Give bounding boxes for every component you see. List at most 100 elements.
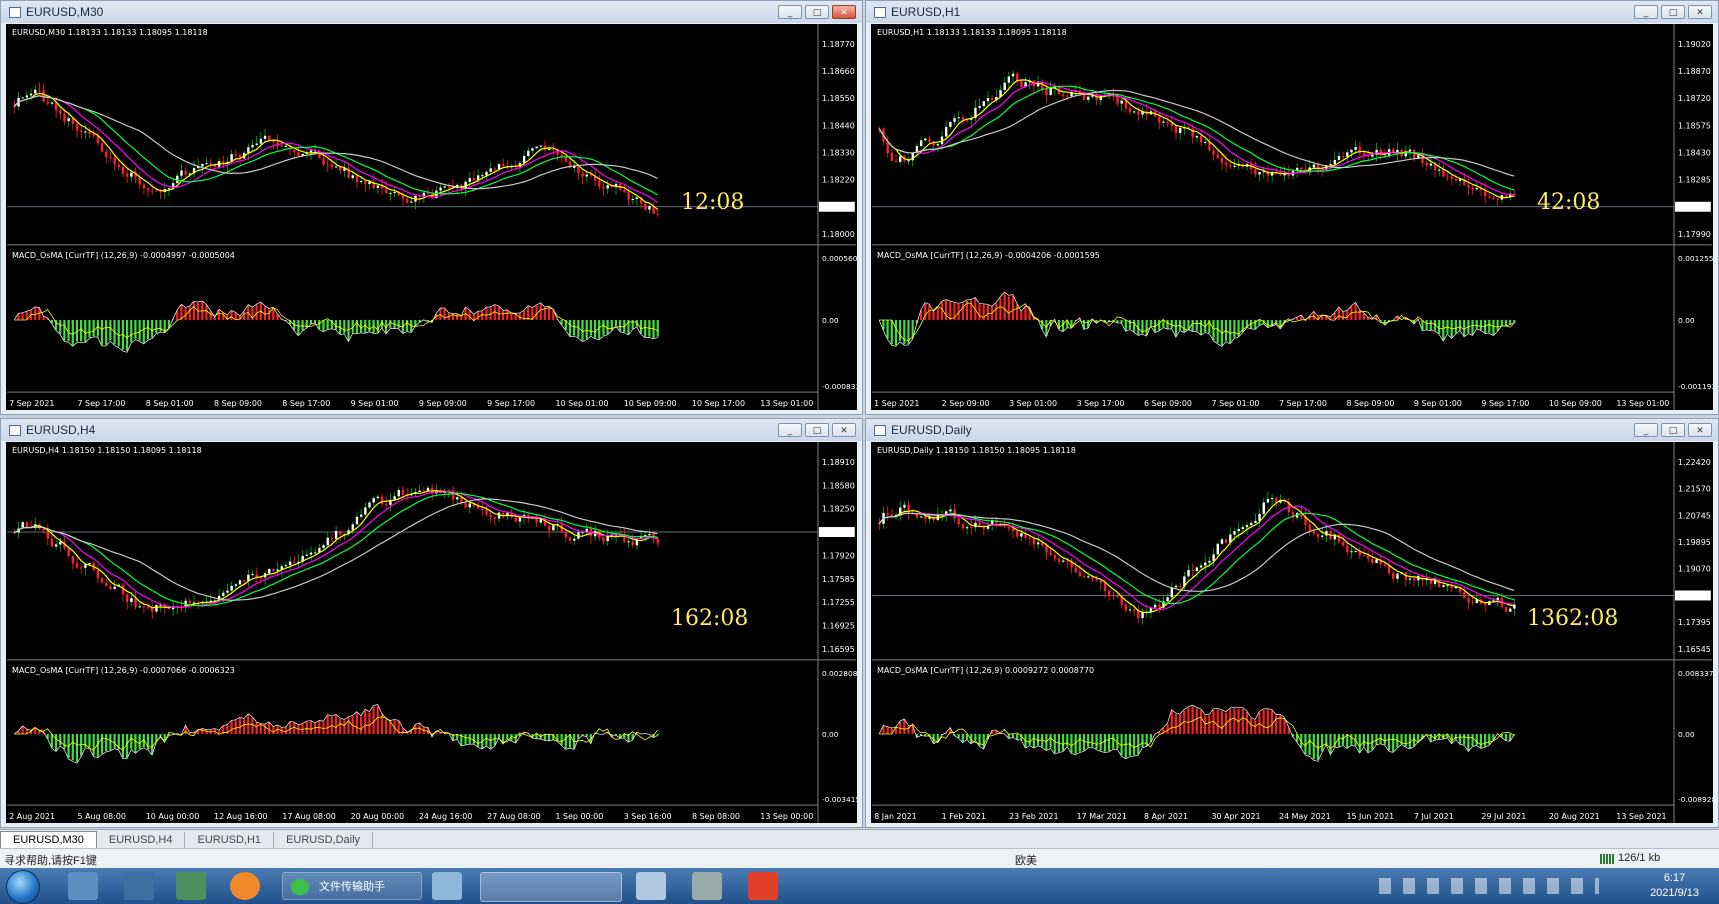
maximize-button[interactable]: □ xyxy=(1661,423,1685,437)
time-tick-label: 8 Sep 17:00 xyxy=(282,399,330,408)
candle xyxy=(1178,585,1182,587)
candle xyxy=(59,110,62,114)
candle xyxy=(1216,154,1219,158)
candle xyxy=(1099,580,1102,583)
candle xyxy=(376,185,380,189)
candle xyxy=(426,192,430,194)
candle xyxy=(1061,94,1065,96)
price-tick-label: 1.18220 xyxy=(822,176,855,185)
maximize-button[interactable]: □ xyxy=(805,423,829,437)
tab-eurusd-m30[interactable]: EURUSD,M30 xyxy=(0,831,97,848)
explorer-icon[interactable] xyxy=(68,872,98,900)
minimize-button[interactable]: _ xyxy=(1634,5,1658,19)
price-chart-area[interactable]: 1.18770 1.18660 1.18550 1.18440 1.18330 1.182… xyxy=(6,24,857,410)
tab-eurusd-h1[interactable]: EURUSD,H1 xyxy=(185,832,275,848)
chart-window-3[interactable]: EURUSD,H4 _ □ ✕ 1.18910 1.18580 1.18250 1.1… xyxy=(0,418,863,828)
candle xyxy=(80,130,83,133)
candle xyxy=(1412,578,1416,581)
candle xyxy=(531,148,534,151)
window-titlebar[interactable]: EURUSD,Daily _ □ ✕ xyxy=(866,419,1718,441)
candle xyxy=(1128,609,1132,611)
candle xyxy=(986,98,990,102)
tab-eurusd-h4[interactable]: EURUSD,H4 xyxy=(97,832,186,848)
candle xyxy=(125,173,129,177)
window-titlebar[interactable]: EURUSD,M30 _ □ ✕ xyxy=(1,1,862,23)
candle xyxy=(1245,525,1249,528)
candle xyxy=(38,89,41,91)
clock[interactable]: 6:17 2021/9/13 xyxy=(1650,871,1699,901)
candle xyxy=(656,213,660,215)
maximize-button[interactable]: □ xyxy=(805,5,829,19)
candle xyxy=(518,517,522,522)
time-tick-label: 20 Aug 2021 xyxy=(1549,812,1600,821)
candle xyxy=(1371,558,1374,564)
candle xyxy=(151,190,154,192)
candle xyxy=(1316,533,1320,537)
price-chart-area[interactable]: 1.189101.185801.182501.181181.179201.175… xyxy=(6,442,857,823)
maximize-button[interactable]: □ xyxy=(1661,5,1685,19)
candle xyxy=(1074,567,1077,573)
close-button[interactable]: ✕ xyxy=(832,5,856,19)
candle xyxy=(410,201,413,203)
window-titlebar[interactable]: EURUSD,H4 _ □ ✕ xyxy=(1,419,862,441)
app-icon[interactable] xyxy=(748,872,778,900)
tab-eurusd-daily[interactable]: EURUSD,Daily xyxy=(274,832,374,848)
candle xyxy=(372,498,375,503)
price-chart-area[interactable]: 1.19020 1.18870 1.18720 1.18575 1.18430 1.182… xyxy=(871,24,1713,410)
time-tick-label: 30 Apr 2021 xyxy=(1212,812,1261,821)
time-tick-label: 15 Jun 2021 xyxy=(1346,812,1394,821)
candle xyxy=(1509,608,1512,612)
chart-window-2[interactable]: EURUSD,H1 _ □ ✕ 1.19020 1.18870 1.18720 1.1… xyxy=(865,0,1719,415)
candle xyxy=(1254,169,1257,175)
price-tick-label: 1.18330 xyxy=(822,148,855,157)
moving-average-line xyxy=(878,505,1515,611)
desktop-icon[interactable] xyxy=(124,872,154,900)
candle xyxy=(945,511,948,515)
chart-window-4[interactable]: EURUSD,Daily _ □ ✕ 1.22420 1.21570 1.20745… xyxy=(865,418,1719,828)
close-button[interactable]: ✕ xyxy=(1688,5,1712,19)
price-chart-area[interactable]: 1.224201.215701.207451.198951.190701.181… xyxy=(871,442,1713,823)
candle xyxy=(949,121,952,127)
browser-icon[interactable] xyxy=(230,872,260,900)
candle xyxy=(1120,100,1123,104)
time-tick-label: 8 Sep 09:00 xyxy=(1346,399,1394,408)
candle xyxy=(1036,542,1040,545)
macd-tick-label: 0.00 xyxy=(1678,730,1695,739)
chart-window-1[interactable]: EURUSD,M30 _ □ ✕ 1.18770 1.18660 1.18550 1.… xyxy=(0,0,863,415)
macd-tick-label: 0.0012553 xyxy=(1678,254,1713,263)
app-icon[interactable] xyxy=(176,872,206,900)
wechat-taskbar-button[interactable]: 文件传输助手 xyxy=(282,872,422,900)
candle xyxy=(167,188,171,190)
candle xyxy=(1337,534,1341,543)
metatrader-taskbar-button[interactable] xyxy=(480,872,622,902)
minimize-button[interactable]: _ xyxy=(1634,423,1658,437)
price-tick-label: 1.17255 xyxy=(822,598,855,607)
minimize-button[interactable]: _ xyxy=(778,423,802,437)
candle xyxy=(1212,554,1215,561)
start-button[interactable] xyxy=(6,870,40,904)
chart-header: EURUSD,H4 1.18150 1.18150 1.18095 1.1811… xyxy=(12,446,202,455)
app-icon[interactable] xyxy=(636,872,666,900)
minimize-button[interactable]: _ xyxy=(778,5,802,19)
candle xyxy=(1166,597,1169,602)
bar-countdown-timer: 162:08 xyxy=(671,605,749,631)
close-button[interactable]: ✕ xyxy=(832,423,856,437)
candle xyxy=(924,516,927,519)
app-icon[interactable] xyxy=(432,872,462,900)
candle xyxy=(1308,524,1311,532)
candle xyxy=(1346,545,1349,552)
time-tick-label: 8 Jan 2021 xyxy=(874,812,917,821)
candle xyxy=(351,175,355,178)
candle xyxy=(142,606,146,608)
close-button[interactable]: ✕ xyxy=(1688,423,1712,437)
tray-icons[interactable] xyxy=(1379,878,1599,894)
time-tick-label: 8 Sep 08:00 xyxy=(692,812,740,821)
price-tick-label: 1.18910 xyxy=(822,458,855,467)
candle xyxy=(21,97,24,99)
candle xyxy=(84,131,87,133)
app-icon[interactable] xyxy=(692,872,722,900)
candle xyxy=(234,584,238,586)
candle xyxy=(50,102,54,104)
candle xyxy=(489,514,492,518)
window-titlebar[interactable]: EURUSD,H1 _ □ ✕ xyxy=(866,1,1718,23)
